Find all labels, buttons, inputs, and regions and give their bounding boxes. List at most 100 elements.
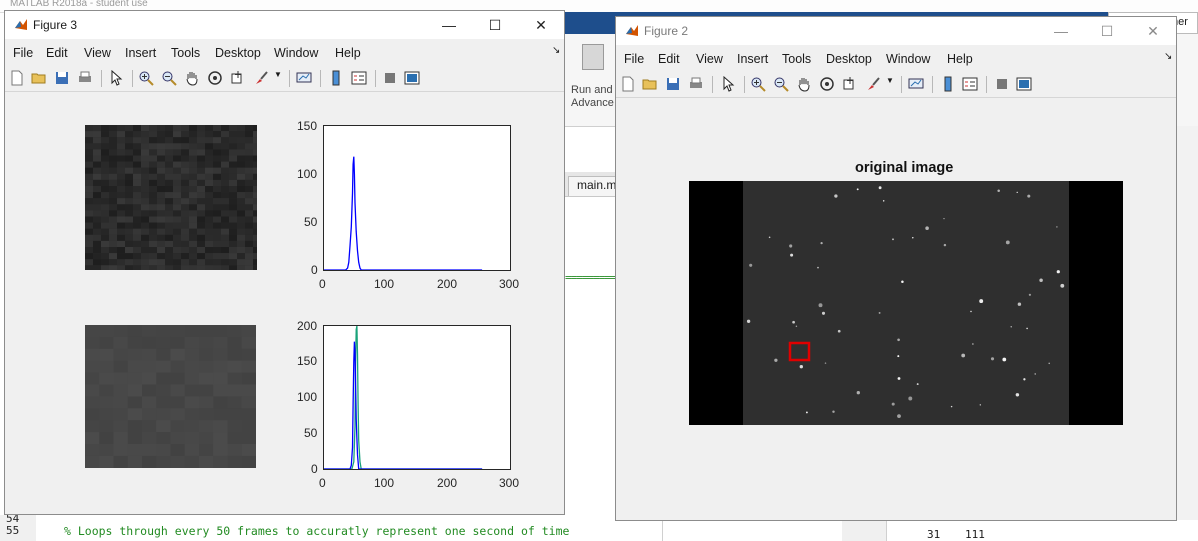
menu-view[interactable]: View — [84, 46, 111, 60]
star-point — [961, 353, 966, 358]
menu-desktop[interactable]: Desktop — [215, 46, 261, 60]
save-icon[interactable] — [54, 70, 70, 86]
menu-file[interactable]: File — [13, 46, 33, 60]
patch-pixel — [189, 155, 197, 162]
menu-file[interactable]: File — [624, 52, 644, 66]
dock-arrow-icon[interactable]: ↘ — [1164, 51, 1172, 62]
star-point — [1028, 293, 1032, 296]
figure-3-titlebar[interactable]: Figure 3 — ☐ ✕ — [5, 11, 564, 39]
zoom-out-icon[interactable] — [161, 70, 177, 86]
maximize-button[interactable]: ☐ — [1084, 17, 1130, 45]
patch-pixel — [227, 372, 242, 385]
patch-pixel — [85, 173, 93, 180]
minimize-button[interactable]: — — [1038, 17, 1084, 45]
pan-hand-icon[interactable] — [796, 76, 812, 92]
patch-pixel — [101, 265, 109, 272]
menu-insert[interactable]: Insert — [125, 46, 156, 60]
original-image[interactable] — [689, 181, 1123, 425]
patch-pixel — [157, 240, 165, 247]
patch-pixel — [253, 222, 261, 229]
link-plot-icon[interactable] — [296, 70, 312, 86]
histogram-plot-2[interactable] — [323, 325, 511, 470]
data-cursor-icon[interactable] — [842, 76, 858, 92]
patch-pixel — [197, 240, 205, 247]
patch-pixel — [205, 161, 213, 168]
figure-2-titlebar[interactable]: Figure 2 — ☐ ✕ — [616, 17, 1176, 45]
patch-pixel — [213, 444, 228, 456]
zoom-in-icon[interactable] — [750, 76, 766, 92]
maximize-button[interactable]: ☐ — [472, 11, 518, 39]
pointer-icon[interactable] — [108, 70, 124, 86]
menu-view[interactable]: View — [696, 52, 723, 66]
patch-pixel — [141, 253, 149, 260]
patch-pixel — [125, 125, 133, 132]
menu-insert[interactable]: Insert — [737, 52, 768, 66]
patch-pixel — [245, 143, 253, 150]
legend-icon[interactable] — [351, 70, 367, 86]
patch-pixel — [156, 444, 171, 456]
data-cursor-icon[interactable] — [230, 70, 246, 86]
patch-pixel — [117, 179, 125, 186]
patch-pixel — [165, 265, 173, 272]
patch-pixel — [213, 325, 228, 337]
pan-hand-icon[interactable] — [184, 70, 200, 86]
menu-help[interactable]: Help — [335, 46, 361, 60]
colorbar-icon[interactable] — [328, 70, 344, 86]
histogram-plot-1[interactable] — [323, 125, 511, 271]
menu-tools[interactable]: Tools — [171, 46, 200, 60]
patch-pixel — [221, 198, 229, 205]
colorbar-icon[interactable] — [940, 76, 956, 92]
close-button[interactable]: ✕ — [1130, 17, 1176, 45]
rotate-3d-icon[interactable] — [819, 76, 835, 92]
menu-tools[interactable]: Tools — [782, 52, 811, 66]
patch-pixel — [237, 173, 245, 180]
brush-dropdown-icon[interactable]: ▼ — [274, 70, 282, 79]
rotate-3d-icon[interactable] — [207, 70, 223, 86]
hide-plot-tools-icon[interactable] — [382, 70, 398, 86]
show-plot-tools-icon[interactable] — [404, 70, 420, 86]
menu-help[interactable]: Help — [947, 52, 973, 66]
zoom-in-icon[interactable] — [138, 70, 154, 86]
print-icon[interactable] — [77, 70, 93, 86]
print-icon[interactable] — [688, 76, 704, 92]
patch-pixel — [93, 161, 101, 168]
code-comment-line[interactable]: % Loops through every 50 frames to accur… — [64, 524, 569, 538]
figure-3-window[interactable]: Figure 3 — ☐ ✕ File Edit View Insert Too… — [4, 10, 565, 515]
y-tick-label: 100 — [297, 390, 318, 404]
figure-2-window[interactable]: Figure 2 — ☐ ✕ File Edit View Insert Too… — [615, 16, 1177, 521]
menu-window[interactable]: Window — [886, 52, 930, 66]
save-icon[interactable] — [665, 76, 681, 92]
patch-pixel — [221, 161, 229, 168]
new-figure-icon[interactable] — [9, 70, 25, 86]
patch-pixel — [157, 192, 165, 199]
minimize-button[interactable]: — — [426, 11, 472, 39]
menu-edit[interactable]: Edit — [658, 52, 680, 66]
open-file-icon[interactable] — [642, 76, 658, 92]
menu-window[interactable]: Window — [274, 46, 318, 60]
menu-edit[interactable]: Edit — [46, 46, 68, 60]
dock-arrow-icon[interactable]: ↘ — [552, 45, 560, 56]
new-figure-icon[interactable] — [620, 76, 636, 92]
patch-pixel — [125, 240, 133, 247]
editor-tab-main[interactable]: main.m — [568, 176, 618, 196]
patch-pixel — [133, 228, 141, 235]
patch-pixel — [157, 210, 165, 217]
brush-icon[interactable] — [253, 70, 269, 86]
brush-icon[interactable] — [865, 76, 881, 92]
patch-pixel — [149, 131, 157, 138]
pointer-icon[interactable] — [720, 76, 736, 92]
brush-dropdown-icon[interactable]: ▼ — [886, 76, 894, 85]
patch-pixel — [117, 216, 125, 223]
link-plot-icon[interactable] — [908, 76, 924, 92]
patch-pixel — [101, 204, 109, 211]
open-file-icon[interactable] — [31, 70, 47, 86]
zoom-out-icon[interactable] — [773, 76, 789, 92]
run-and-advance-button[interactable]: Run and Advance — [566, 40, 618, 118]
legend-icon[interactable] — [962, 76, 978, 92]
star-point — [1026, 327, 1028, 330]
close-button[interactable]: ✕ — [518, 11, 564, 39]
menu-desktop[interactable]: Desktop — [826, 52, 872, 66]
patch-pixel — [113, 384, 128, 397]
show-plot-tools-icon[interactable] — [1016, 76, 1032, 92]
hide-plot-tools-icon[interactable] — [994, 76, 1010, 92]
